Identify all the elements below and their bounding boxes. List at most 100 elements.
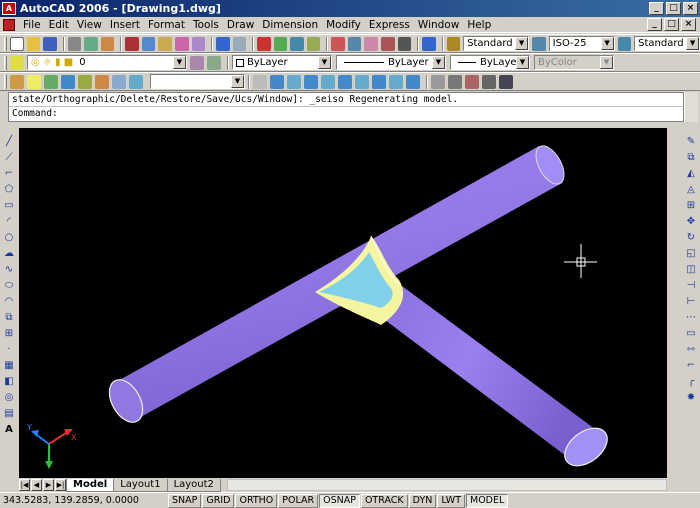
walk-icon[interactable]	[482, 74, 496, 89]
lights-icon[interactable]	[61, 74, 75, 89]
chamfer-icon[interactable]: ⌐	[685, 360, 698, 372]
rectangle-icon[interactable]: ▭	[3, 200, 16, 212]
calculator-icon[interactable]	[397, 36, 412, 51]
command-prompt[interactable]: Command:	[9, 107, 683, 121]
view-top-icon[interactable]	[253, 74, 267, 89]
fog-icon[interactable]	[129, 74, 143, 89]
table-style-select[interactable]: Standard ▼	[634, 36, 700, 51]
match-properties-icon[interactable]	[174, 36, 189, 51]
text-style-select[interactable]: Standard ▼	[463, 36, 530, 51]
ortho-toggle[interactable]: ORTHO	[235, 493, 278, 508]
sw-iso-icon[interactable]	[355, 74, 369, 89]
polar-toggle[interactable]: POLAR	[278, 493, 319, 508]
camera-icon[interactable]	[448, 74, 462, 89]
menu-window[interactable]: Window	[414, 19, 463, 31]
make-block-icon[interactable]: ⊞	[3, 328, 16, 340]
polygon-icon[interactable]: ⬠	[3, 184, 16, 196]
color-select[interactable]: ByLayer ▼	[232, 55, 332, 70]
make-current-icon[interactable]	[190, 55, 204, 70]
command-window[interactable]: state/Orthographic/Delete/Restore/Save/U…	[8, 92, 684, 122]
join-icon[interactable]: ⇿	[685, 344, 698, 356]
rotate-icon[interactable]: ↻	[685, 232, 698, 244]
view-back-icon[interactable]	[338, 74, 352, 89]
chevron-down-icon[interactable]: ▼	[231, 75, 244, 88]
menu-modify[interactable]: Modify	[322, 19, 365, 31]
tab-layout2[interactable]: Layout2	[166, 478, 221, 492]
menu-format[interactable]: Format	[144, 19, 189, 31]
copy-object-icon[interactable]: ⧉	[685, 152, 698, 164]
gradient-icon[interactable]: ◧	[3, 376, 16, 388]
menu-dimension[interactable]: Dimension	[258, 19, 322, 31]
help-icon[interactable]	[422, 36, 436, 51]
hatch-icon[interactable]: ▦	[3, 360, 16, 372]
stretch-icon[interactable]: ◫	[685, 264, 698, 276]
doc-close-button[interactable]: ×	[681, 18, 696, 31]
osnap-toggle[interactable]: OSNAP	[319, 493, 360, 508]
cut-icon[interactable]	[125, 36, 139, 51]
menu-draw[interactable]: Draw	[223, 19, 258, 31]
layer-select[interactable]: ◎ ☼ ▮ ■ 0 ▼	[27, 55, 187, 70]
plot-style-select[interactable]: ByColor ▼	[534, 55, 614, 70]
lineweight-select[interactable]: ByLayer ▼	[450, 55, 530, 70]
doc-restore-button[interactable]: □	[664, 18, 679, 31]
chevron-down-icon[interactable]: ▼	[318, 56, 331, 69]
properties-icon[interactable]	[331, 36, 345, 51]
scenes-icon[interactable]	[44, 74, 58, 89]
lwt-toggle[interactable]: LWT	[437, 493, 465, 508]
background-icon[interactable]	[112, 74, 126, 89]
materials-icon[interactable]	[78, 74, 92, 89]
region-icon[interactable]: ◎	[3, 392, 16, 404]
mirror-icon[interactable]: ◭	[685, 168, 698, 180]
close-button[interactable]: ×	[683, 2, 698, 15]
ne-iso-icon[interactable]	[389, 74, 403, 89]
menu-edit[interactable]: Edit	[45, 19, 73, 31]
tab-layout1[interactable]: Layout1	[113, 478, 168, 492]
otrack-toggle[interactable]: OTRACK	[360, 493, 408, 508]
offset-icon[interactable]: ◬	[685, 184, 698, 196]
design-center-icon[interactable]	[347, 36, 362, 51]
extend-icon[interactable]: ⊢	[685, 296, 698, 308]
plot-preview-icon[interactable]	[84, 36, 98, 51]
fillet-icon[interactable]: ╭	[685, 376, 698, 388]
menu-view[interactable]: View	[73, 19, 106, 31]
table-icon[interactable]: ▤	[3, 408, 16, 420]
sheet-set-icon[interactable]	[380, 36, 395, 51]
first-tab-icon[interactable]: |◀	[19, 479, 30, 491]
break-icon[interactable]: ▭	[685, 328, 698, 340]
plot-icon[interactable]	[67, 36, 82, 51]
layer-previous-icon[interactable]	[207, 55, 221, 70]
swivel-icon[interactable]	[465, 74, 479, 89]
multiline-text-icon[interactable]: A	[3, 424, 16, 436]
undo-icon[interactable]	[216, 36, 230, 51]
zoom-window-icon[interactable]	[290, 36, 304, 51]
save-icon[interactable]	[43, 36, 57, 51]
trim-icon[interactable]: ⊣	[685, 280, 698, 292]
redo-icon[interactable]	[232, 36, 247, 51]
last-tab-icon[interactable]: ▶|	[55, 479, 66, 491]
prev-tab-icon[interactable]: ◀	[31, 479, 42, 491]
chevron-down-icon[interactable]: ▼	[173, 56, 186, 69]
ellipse-arc-icon[interactable]: ◠	[3, 296, 16, 308]
command-scrollbar[interactable]	[684, 92, 698, 122]
copy-icon[interactable]	[141, 36, 156, 51]
view-bottom-icon[interactable]	[270, 74, 284, 89]
menu-insert[interactable]: Insert	[106, 19, 144, 31]
tab-model[interactable]: Model	[66, 478, 115, 492]
view-right-icon[interactable]	[304, 74, 318, 89]
dyn-toggle[interactable]: DYN	[408, 493, 437, 508]
point-icon[interactable]: ·	[3, 344, 16, 356]
polyline-icon[interactable]: ⌐	[3, 168, 16, 180]
chevron-down-icon[interactable]: ▼	[515, 37, 529, 50]
revision-cloud-icon[interactable]: ☁	[3, 248, 16, 260]
zoom-previous-icon[interactable]	[306, 36, 321, 51]
model-toggle[interactable]: MODEL	[466, 493, 509, 508]
se-iso-icon[interactable]	[372, 74, 386, 89]
chevron-down-icon[interactable]: ▼	[600, 56, 613, 69]
arc-icon[interactable]: ◜	[3, 216, 16, 228]
explode-icon[interactable]: ✸	[685, 392, 698, 404]
maximize-button[interactable]: □	[666, 2, 681, 15]
publish-icon[interactable]	[100, 36, 115, 51]
next-tab-icon[interactable]: ▶	[43, 479, 54, 491]
view-left-icon[interactable]	[287, 74, 301, 89]
new-file-icon[interactable]	[9, 36, 24, 51]
